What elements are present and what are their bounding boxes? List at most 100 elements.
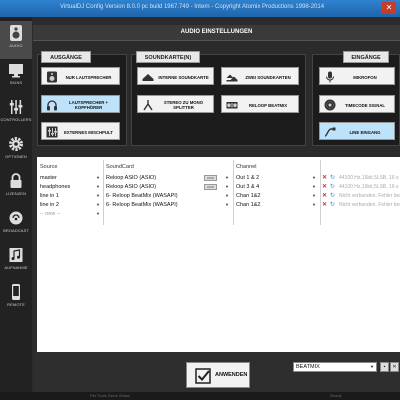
status-bar: File Tools Skins Status Ready (0, 392, 400, 400)
chevron-down-icon[interactable]: ▼ (96, 175, 100, 180)
channel-select[interactable]: Chan 1&2 (236, 201, 260, 210)
table-row[interactable]: line in 1 ▼ 6- Reloop BeatMix (WASAPI) ▼… (37, 192, 400, 201)
sidebar-item-label: OPTIONEN (5, 154, 27, 159)
soundcard-internal-button[interactable]: INTERNE SOUNDKARTE (137, 67, 214, 85)
table-row[interactable]: master ▼ Reloop ASIO (ASIO) ASIO ▼ Out 1… (37, 174, 400, 183)
sidebar-item-aufnahme[interactable]: AUFNAHME (0, 243, 32, 281)
soundcard-dual-button[interactable]: ZWEI SOUNDKARTEN (221, 67, 299, 85)
sidebar-item-skins[interactable]: SKINS (0, 58, 32, 96)
chevron-down-icon[interactable]: ▼ (96, 193, 100, 198)
source-select[interactable]: line in 1 (40, 192, 59, 201)
channel-select[interactable]: Out 3 & 4 (236, 183, 259, 192)
soundcard-select[interactable]: 6- Reloop BeatMix (WASAPI) (106, 192, 178, 201)
asio-badge: ASIO (204, 175, 217, 181)
button-label: STEREO ZU MONO SPLITTER (163, 100, 204, 110)
chevron-down-icon[interactable]: ▼ (225, 202, 229, 207)
chevron-down-icon[interactable]: ▼ (312, 175, 316, 180)
sidebar-item-broadcast[interactable]: BROADCAST (0, 206, 32, 244)
soundcard-select[interactable]: 6- Reloop BeatMix (WASAPI) (106, 201, 178, 210)
input-line-in-button[interactable]: LINE EINGANG (319, 122, 395, 140)
output-speakers-headphones-button[interactable]: LAUTSPRECHER + KOPFHÖRER (41, 95, 120, 113)
phone-icon (12, 284, 20, 300)
channel-select[interactable]: Chan 1&2 (236, 192, 260, 201)
delete-preset-icon[interactable]: ✕ (390, 362, 399, 372)
soundcard-reloop-beatmix-button[interactable]: RELOOP BEATMIX (221, 95, 299, 113)
dual-soundcard-icon (226, 74, 238, 82)
source-select[interactable]: master (40, 174, 57, 183)
apply-label: ANWENDEN (215, 372, 248, 378)
column-header-channel: Channel (236, 164, 257, 170)
close-button[interactable]: ✕ (382, 2, 396, 14)
monitor-icon (9, 64, 23, 78)
input-timecode-button[interactable]: TIMECODE SIGNAL (319, 95, 395, 113)
status-text: 44100 Hz,16bit,5LSB, 16 s (339, 184, 399, 190)
button-label: ZWEI SOUNDKARTEN (245, 74, 291, 80)
new-source-select[interactable]: -- new -- (40, 210, 60, 219)
preset-select[interactable]: BEATMIX ▼ (293, 362, 377, 372)
table-row[interactable]: line in 2 ▼ 6- Reloop BeatMix (WASAPI) ▼… (37, 201, 400, 210)
broadcast-icon (9, 211, 23, 225)
delete-icon[interactable]: ✕ (322, 174, 327, 181)
page-header: AUDIO EINSTELLUNGEN (33, 25, 400, 41)
sidebar-item-label: BROADCAST (3, 228, 29, 233)
refresh-icon[interactable]: ↻ (330, 174, 335, 181)
microphone-icon (326, 71, 334, 83)
delete-icon[interactable]: ✕ (322, 183, 327, 190)
sidebar-item-label: CONTROLLERS (0, 117, 32, 122)
chevron-down-icon[interactable]: ▼ (312, 184, 316, 189)
refresh-icon[interactable]: ↻ (330, 192, 335, 199)
column-header-soundcard: SoundCard (106, 164, 134, 170)
button-label: NUR LAUTSPRECHER (65, 74, 112, 80)
outputs-title: AUSGÄNGE (41, 51, 91, 63)
chevron-down-icon[interactable]: ▼ (96, 202, 100, 207)
sidebar-item-remote[interactable]: REMOTE (0, 280, 32, 318)
save-preset-icon[interactable]: ▪ (380, 362, 389, 372)
column-header-source: Source (40, 164, 58, 170)
channel-select[interactable]: Out 1 & 2 (236, 174, 259, 183)
sidebar-item-label: LIZENZEN (5, 191, 27, 196)
music-note-icon (9, 248, 23, 262)
chevron-down-icon[interactable]: ▼ (96, 184, 100, 189)
sidebar-item-controllers[interactable]: CONTROLLERS (0, 95, 32, 133)
status-text: Nicht verbunden. Fehler bei (339, 202, 400, 208)
chevron-down-icon[interactable]: ▼ (312, 193, 316, 198)
sidebar-item-lizenzen[interactable]: LIZENZEN (0, 169, 32, 207)
output-external-mixer-button[interactable]: EXTERNES MISCHPULT (41, 122, 120, 140)
speaker-icon (47, 71, 57, 83)
chevron-down-icon[interactable]: ▼ (96, 211, 100, 216)
button-label: MIKROFON (353, 74, 377, 80)
controller-icon (226, 102, 238, 109)
delete-icon[interactable]: ✕ (322, 201, 327, 208)
chevron-down-icon[interactable]: ▼ (225, 193, 229, 198)
apply-button[interactable]: ANWENDEN (186, 362, 250, 388)
soundcard-mono-splitter-button[interactable]: STEREO ZU MONO SPLITTER (137, 95, 214, 113)
button-label: LINE EINGANG (349, 129, 381, 135)
chevron-down-icon[interactable]: ▼ (225, 184, 229, 189)
button-label: TIMECODE SIGNAL (344, 102, 386, 108)
delete-icon[interactable]: ✕ (322, 192, 327, 199)
title-bar: VirtualDJ Config Version 8.0.0 pc build … (0, 0, 400, 17)
refresh-icon[interactable]: ↻ (330, 183, 335, 190)
source-select[interactable]: headphones (40, 183, 70, 192)
soundcard-select[interactable]: Reloop ASIO (ASIO) (106, 183, 156, 192)
source-select[interactable]: line in 2 (40, 201, 59, 210)
inputs-title: EINGÄNGE (343, 51, 389, 63)
table-row-new[interactable]: -- new -- ▼ (37, 210, 400, 219)
chevron-down-icon[interactable]: ▼ (312, 202, 316, 207)
table-row[interactable]: headphones ▼ Reloop ASIO (ASIO) ASIO ▼ O… (37, 183, 400, 192)
sidebar-item-optionen[interactable]: OPTIONEN (0, 132, 32, 170)
button-label: RELOOP BEATMIX (248, 102, 288, 108)
sidebar-item-audio[interactable]: AUDIO (0, 21, 32, 59)
soundcard-select[interactable]: Reloop ASIO (ASIO) (106, 174, 156, 183)
window-title: VirtualDJ Config Version 8.0.0 pc build … (60, 4, 325, 10)
chevron-down-icon[interactable]: ▼ (370, 363, 374, 371)
input-microphone-button[interactable]: MIKROFON (319, 67, 395, 85)
vinyl-icon (324, 99, 336, 111)
page-title: AUDIO EINSTELLUNGEN (180, 29, 253, 35)
chevron-down-icon[interactable]: ▼ (225, 175, 229, 180)
button-label: INTERNE SOUNDKARTE (158, 74, 209, 80)
status-left: File Tools Skins Status (90, 393, 131, 398)
output-speakers-only-button[interactable]: NUR LAUTSPRECHER (41, 67, 120, 85)
asio-badge: ASIO (204, 184, 217, 190)
refresh-icon[interactable]: ↻ (330, 201, 335, 208)
